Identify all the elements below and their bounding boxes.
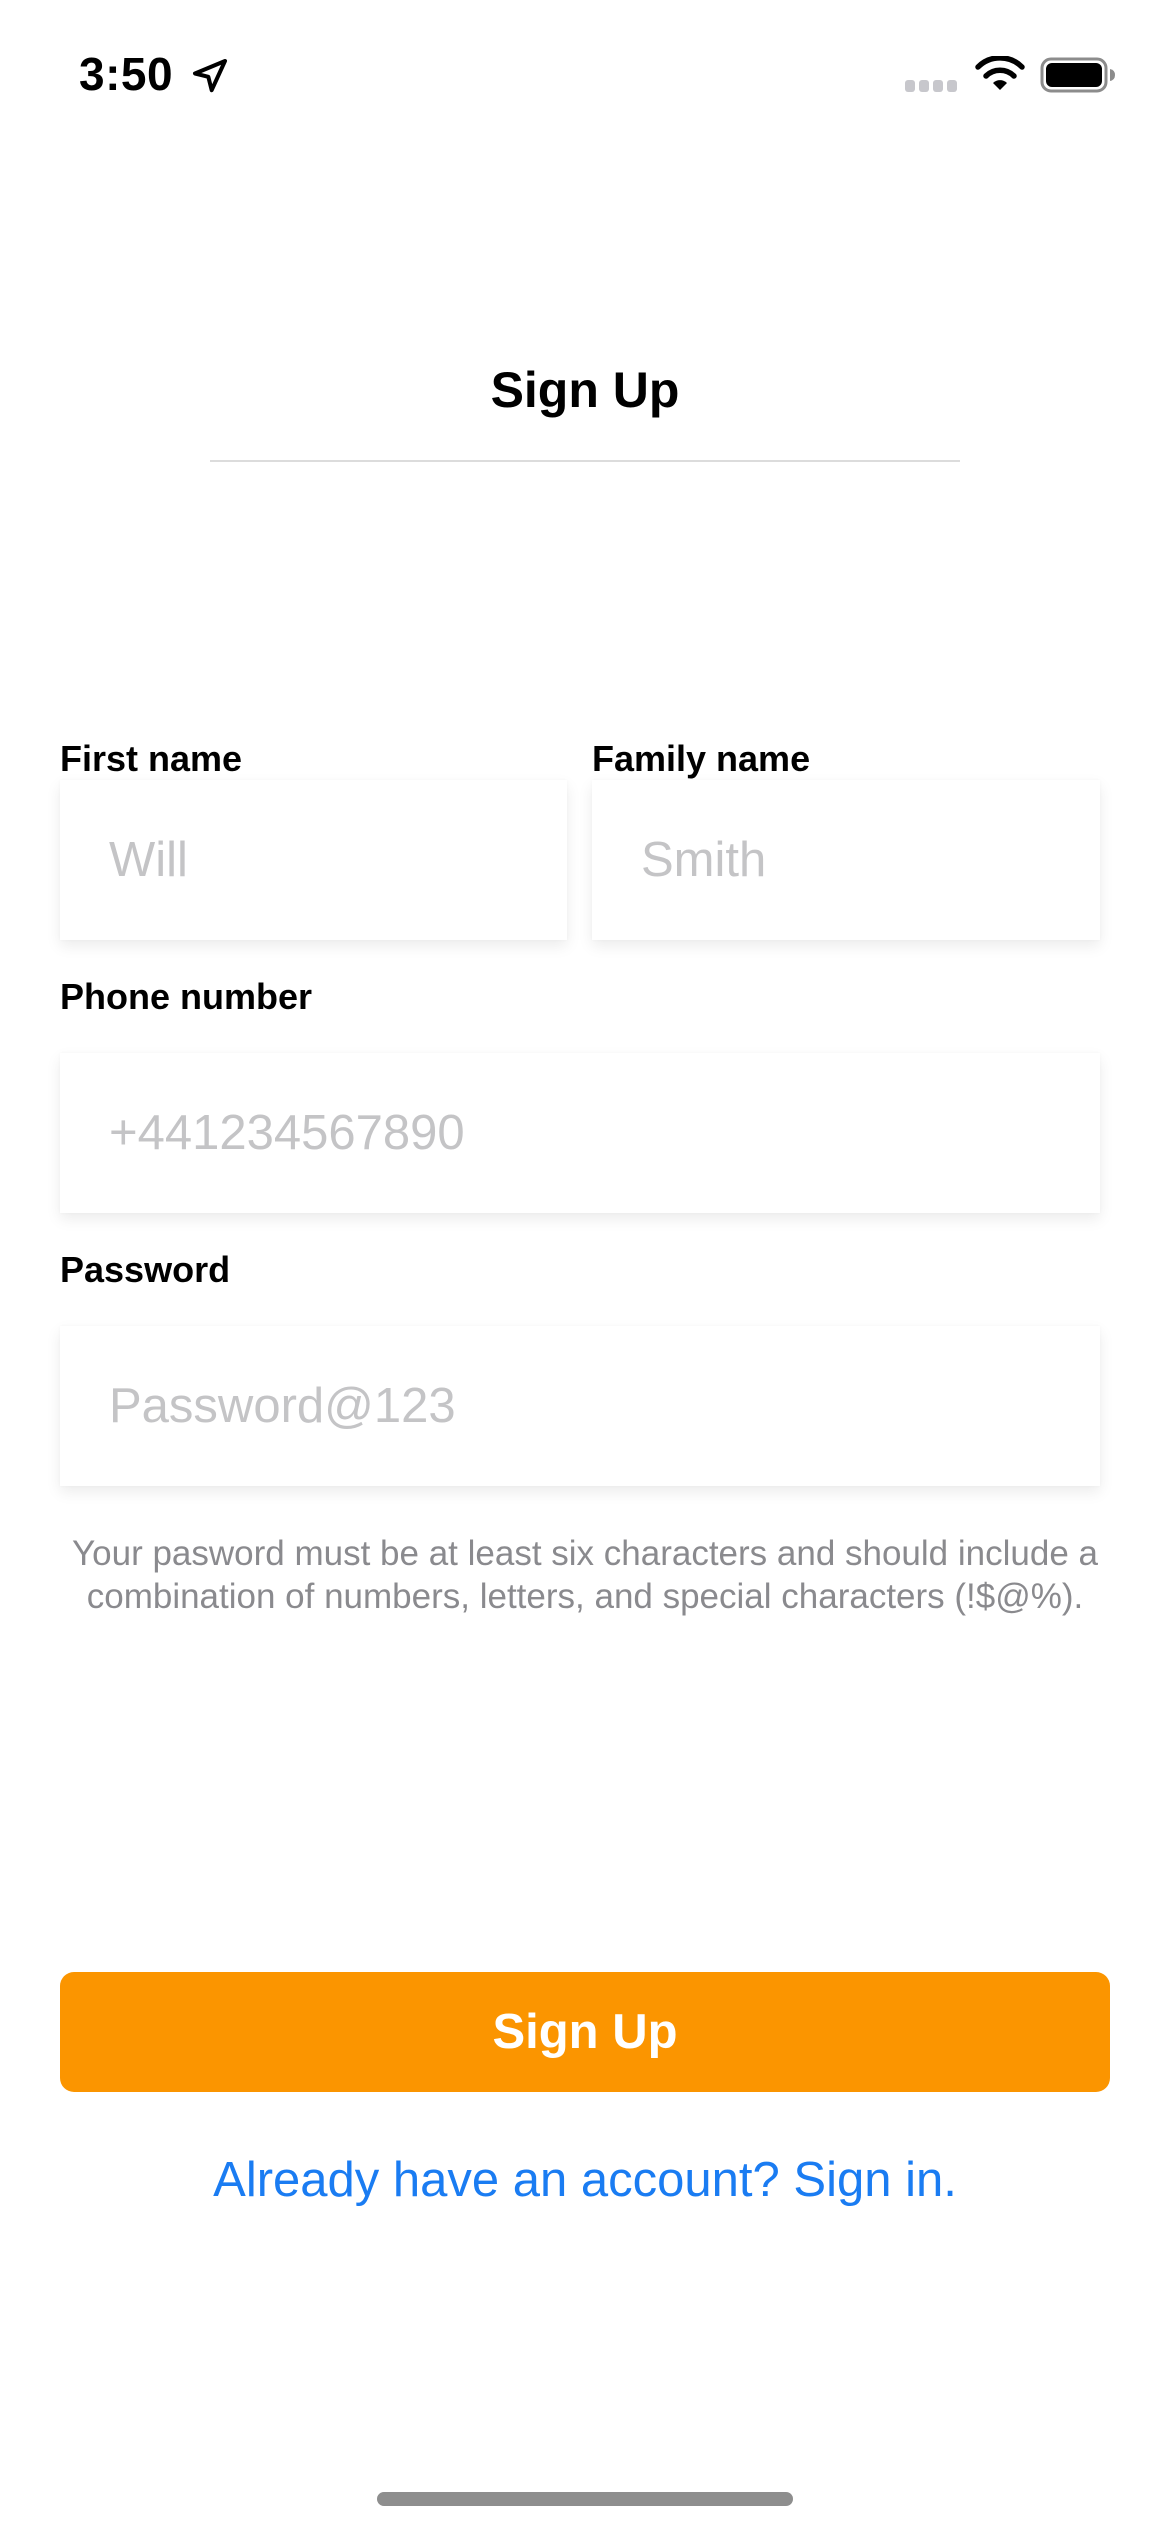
phone-number-input[interactable]: [60, 1053, 1100, 1213]
battery-icon: [1040, 57, 1115, 93]
wifi-icon: [975, 56, 1025, 90]
first-name-label: First name: [60, 738, 243, 779]
title-divider: [210, 460, 960, 462]
family-name-label: Family name: [592, 738, 811, 779]
password-label: Password: [60, 1249, 231, 1290]
phone-number-label: Phone number: [60, 976, 313, 1017]
status-time: 3:50: [79, 48, 174, 100]
family-name-input[interactable]: [592, 780, 1100, 940]
sign-up-button[interactable]: Sign Up: [60, 1972, 1110, 2092]
home-indicator: [377, 2492, 793, 2506]
password-input[interactable]: [60, 1326, 1100, 1486]
password-hint: Your pasword must be at least six charac…: [72, 1534, 1098, 1616]
first-name-input[interactable]: [60, 780, 567, 940]
sign-in-link[interactable]: Already have an account? Sign in.: [0, 2145, 1170, 2215]
page-title: Sign Up: [490, 362, 680, 418]
cellular-signal-icon: [905, 80, 957, 92]
location-arrow-icon: [193, 59, 227, 93]
